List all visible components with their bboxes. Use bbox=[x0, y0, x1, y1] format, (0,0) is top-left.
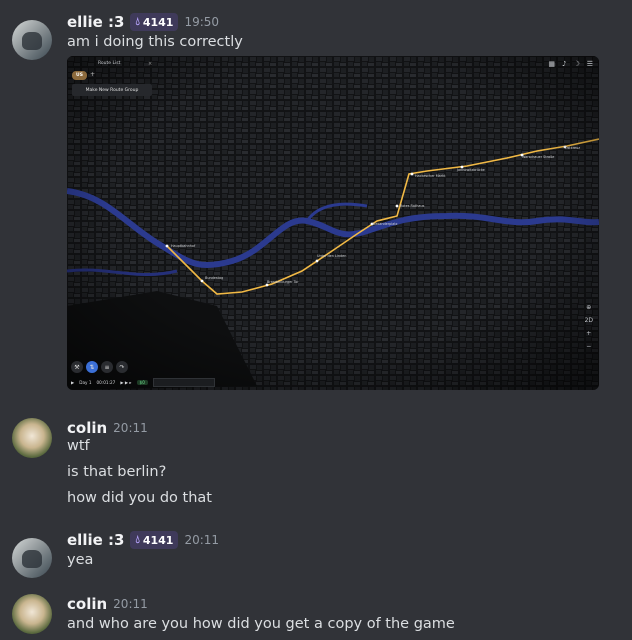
day-label: Day 1 bbox=[79, 380, 92, 385]
username[interactable]: colin bbox=[67, 595, 107, 613]
view-mode-toggle[interactable]: 2D bbox=[585, 317, 593, 324]
map-icon[interactable]: ▦ bbox=[548, 60, 555, 68]
route-icon[interactable]: ⇅ bbox=[86, 361, 98, 373]
role-badge[interactable]: 💧︎ 4141 bbox=[130, 531, 179, 549]
avatar[interactable] bbox=[12, 594, 52, 634]
vignette bbox=[67, 56, 599, 390]
badge-count: 4141 bbox=[142, 533, 174, 547]
clock-label: 00:01:27 bbox=[96, 380, 116, 385]
station-label: Warschauer Straße bbox=[522, 155, 555, 159]
droplet-icon: 💧︎ bbox=[135, 15, 140, 28]
username[interactable]: ellie :3 bbox=[67, 531, 124, 549]
role-badge[interactable]: 💧︎ 4141 bbox=[130, 13, 179, 31]
station-label: Alexanderplatz bbox=[372, 222, 398, 226]
chart-icon[interactable]: ≡ bbox=[101, 361, 113, 373]
wrench-icon[interactable]: ⚒ bbox=[71, 361, 83, 373]
timestamp: 20:11 bbox=[184, 533, 220, 547]
moon-icon[interactable]: ☽ bbox=[573, 60, 579, 68]
station-label: Unter den Linden bbox=[317, 254, 347, 258]
message-text: wtf bbox=[67, 438, 90, 454]
message-text: and who are you how did you get a copy o… bbox=[67, 616, 455, 632]
droplet-icon: 💧︎ bbox=[135, 533, 140, 546]
avatar[interactable] bbox=[12, 418, 52, 458]
compass-icon[interactable]: ⊕ bbox=[586, 304, 591, 311]
route-list-tab[interactable]: Route List bbox=[98, 61, 120, 66]
menu-icon[interactable]: ☰ bbox=[587, 60, 593, 68]
zoom-out-button[interactable]: − bbox=[586, 343, 591, 350]
avatar[interactable] bbox=[12, 20, 52, 60]
speed-controls[interactable]: ▶ ▶ ▸ bbox=[120, 380, 131, 385]
time-bar: ▶ Day 1 00:01:27 ▶ ▶ ▸ $0 bbox=[71, 378, 261, 387]
message-text: is that berlin? bbox=[67, 464, 167, 480]
map-canvas bbox=[67, 56, 599, 390]
make-route-group-button[interactable]: Make New Route Group bbox=[72, 84, 152, 96]
close-icon[interactable]: × bbox=[148, 61, 152, 67]
message-text: how did you do that bbox=[67, 490, 212, 506]
station-label: Ostkreuz bbox=[565, 146, 581, 150]
message-header: colin 20:11 bbox=[67, 594, 148, 614]
message-text: am i doing this correctly bbox=[67, 34, 243, 50]
money-badge: $0 bbox=[136, 380, 148, 385]
tool-bar: ⚒ ⇅ ≡ ↷ bbox=[71, 361, 128, 373]
redo-icon[interactable]: ↷ bbox=[116, 361, 128, 373]
add-icon[interactable]: + bbox=[90, 71, 95, 78]
play-icon[interactable]: ▶ bbox=[71, 380, 74, 385]
top-toolbar: ▦ ♪ ☽ ☰ bbox=[548, 60, 593, 68]
timestamp: 20:11 bbox=[113, 597, 148, 611]
station-label: Rotes Rathaus bbox=[400, 204, 425, 208]
avatar[interactable] bbox=[12, 538, 52, 578]
station-label: Bundestag bbox=[205, 276, 224, 280]
sound-icon[interactable]: ♪ bbox=[562, 60, 566, 68]
station-label: Hauptbahnhof bbox=[171, 244, 196, 248]
station-label: Brandenburger Tor bbox=[267, 280, 299, 284]
message-header: ellie :3 💧︎ 4141 20:11 bbox=[67, 530, 219, 550]
station-label: Hackescher Markt bbox=[415, 174, 446, 178]
username[interactable]: ellie :3 bbox=[67, 13, 124, 31]
image-attachment[interactable]: Hauptbahnhof Bundestag Brandenburger Tor… bbox=[67, 56, 599, 390]
username[interactable]: colin bbox=[67, 419, 107, 437]
route-list-panel: Route List × US + Make New Route Group bbox=[70, 58, 152, 98]
status-field bbox=[152, 378, 215, 387]
message-text: yea bbox=[67, 552, 94, 568]
timestamp: 20:11 bbox=[113, 421, 148, 435]
zoom-in-button[interactable]: + bbox=[586, 330, 591, 337]
message-header: colin 20:11 bbox=[67, 418, 148, 438]
message-header: ellie :3 💧︎ 4141 19:50 bbox=[67, 12, 219, 32]
map-controls: ⊕ 2D + − bbox=[585, 304, 593, 350]
badge-count: 4141 bbox=[142, 15, 174, 29]
station-label: Jannowitzbrücke bbox=[457, 168, 485, 172]
timestamp: 19:50 bbox=[184, 15, 220, 29]
region-chip[interactable]: US bbox=[72, 71, 87, 80]
